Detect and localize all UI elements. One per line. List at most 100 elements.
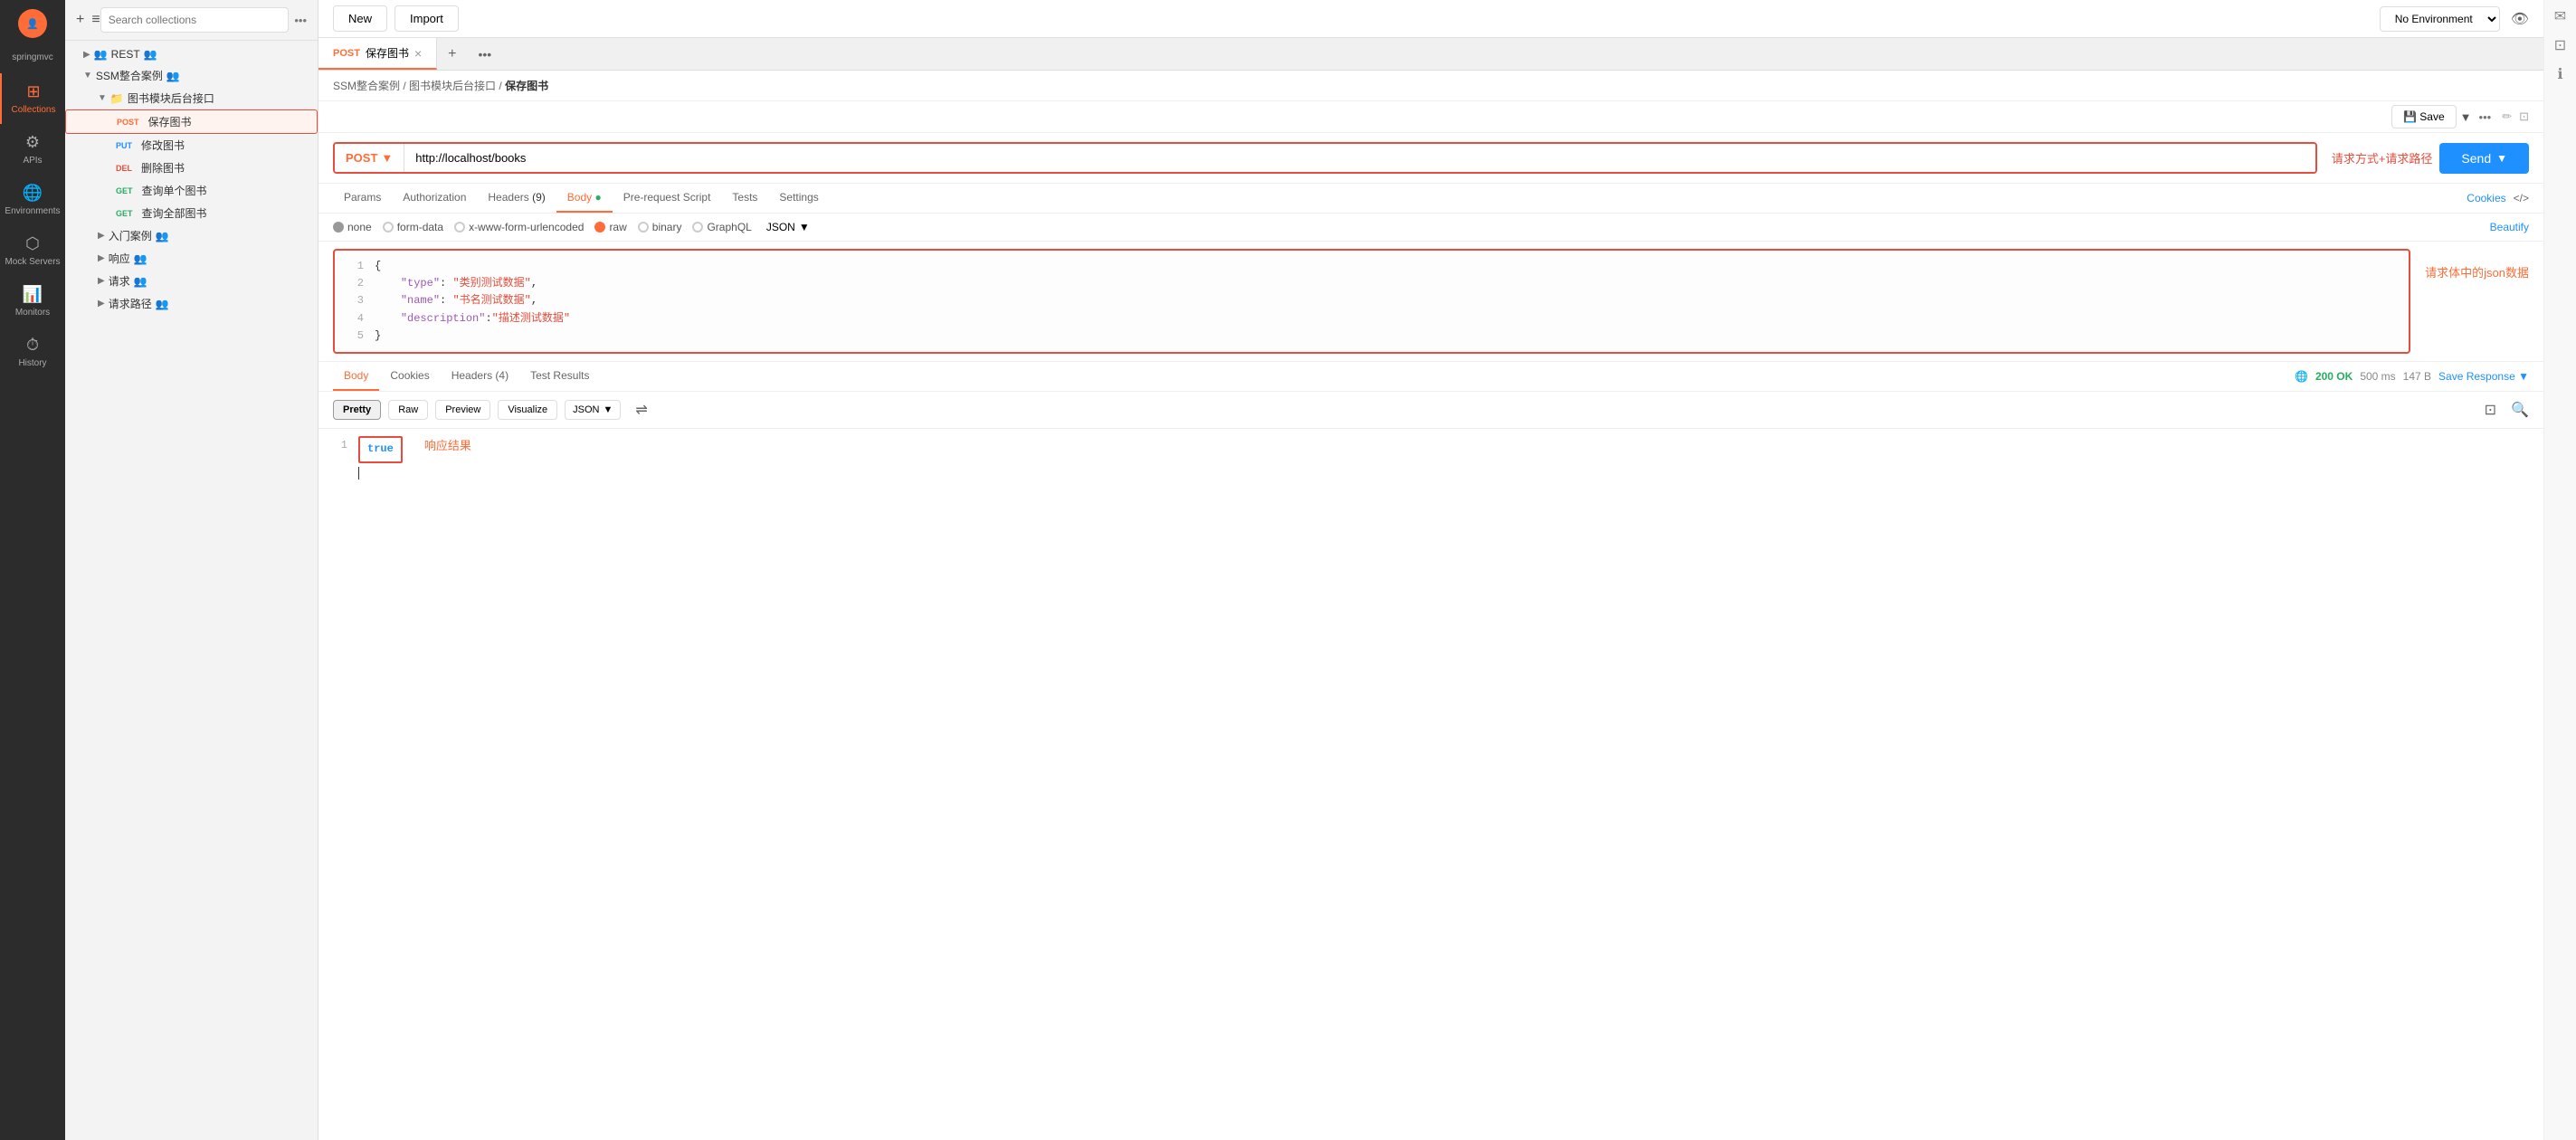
url-bar: POST ▼ 请求方式+请求路径 Send ▼ (318, 133, 2543, 184)
url-input[interactable] (404, 144, 2315, 172)
response-tabs-bar: Body Cookies Headers (4) Test Results 🌐 … (318, 362, 2543, 392)
response-line-1: 1 true 响应结果 (333, 436, 2529, 463)
search-response-button[interactable]: 🔍 (2511, 401, 2529, 419)
save-response-button[interactable]: Save Response ▼ (2438, 370, 2529, 383)
sidebar-item-collections[interactable]: ⊞ Collections (0, 73, 65, 124)
tree-item-del-book[interactable]: DEL 删除图书 (65, 157, 318, 179)
radio-form-data-label: form-data (397, 221, 443, 233)
response-json-dropdown-icon: ▼ (604, 404, 613, 415)
tree-item-rest[interactable]: ▶ 👥 REST 👥 (65, 44, 318, 64)
search-input[interactable] (100, 7, 290, 33)
radio-urlencoded[interactable]: x-www-form-urlencoded (454, 221, 584, 233)
code-content: } (375, 328, 2394, 345)
sidebar-item-label: Mock Servers (5, 257, 60, 267)
comment-icon[interactable]: ✉ (2554, 7, 2566, 25)
tree-item-books-folder[interactable]: ▼ 📁 图书模块后台接口 (65, 87, 318, 109)
resp-tab-body[interactable]: Body (333, 362, 379, 391)
active-tab[interactable]: POST 保存图书 × (318, 38, 437, 70)
sidebar-item-label: Monitors (15, 308, 50, 318)
tab-overflow-button[interactable]: ••• (468, 40, 503, 69)
save-dropdown-button[interactable]: ▼ (2460, 110, 2472, 124)
sort-icon[interactable]: ≡ (91, 12, 100, 28)
sidebar-item-apis[interactable]: ⚙ APIs (0, 124, 65, 175)
format-raw-button[interactable]: Raw (388, 400, 428, 420)
resp-tab-test-results[interactable]: Test Results (519, 362, 600, 391)
request-body-editor[interactable]: 1 { 2 "type": "类别测试数据", 3 "name": "书名测试数… (333, 249, 2410, 354)
wrap-icon[interactable]: ⇌ (628, 397, 654, 423)
sidebar-item-monitors[interactable]: 📊 Monitors (0, 276, 65, 327)
tab-settings[interactable]: Settings (768, 184, 829, 213)
json-format-selector[interactable]: JSON ▼ (766, 221, 810, 233)
text-cursor (358, 467, 359, 480)
new-tab-button[interactable]: + (437, 39, 467, 70)
code-content: { (375, 258, 2394, 275)
tree-item-edit-book[interactable]: PUT 修改图书 (65, 134, 318, 157)
format-preview-button[interactable]: Preview (435, 400, 490, 420)
sidebar-item-history[interactable]: ⏱ History (0, 327, 65, 377)
radio-dot-raw (594, 222, 605, 233)
method-selector[interactable]: POST ▼ (335, 144, 404, 172)
beautify-button[interactable]: Beautify (2490, 221, 2529, 233)
sidebar-item-environments[interactable]: 🌐 Environments (0, 175, 65, 225)
environment-selector[interactable]: No Environment (2380, 6, 2500, 32)
sidebar-item-mock-servers[interactable]: ⬡ Mock Servers (0, 225, 65, 276)
save-button[interactable]: 💾 Save (2391, 105, 2457, 128)
breadcrumb-current: 保存图书 (505, 80, 548, 92)
layout-icon[interactable]: ⊡ (2554, 36, 2566, 54)
users-icon: 👥 (144, 48, 157, 61)
more-options-icon[interactable]: ••• (294, 14, 307, 27)
chevron-icon: ▼ (83, 71, 92, 81)
tab-tests[interactable]: Tests (721, 184, 768, 213)
tree-item-response[interactable]: ▶ 响应 👥 (65, 247, 318, 270)
send-button[interactable]: Send ▼ (2439, 143, 2529, 174)
import-button[interactable]: Import (394, 5, 459, 32)
radio-none[interactable]: none (333, 221, 372, 233)
duplicate-icon[interactable]: ⊡ (2519, 109, 2529, 124)
tab-params[interactable]: Params (333, 184, 392, 213)
app-logo[interactable]: 👤 (18, 9, 47, 38)
save-more-button[interactable]: ••• (2479, 110, 2492, 124)
radio-form-data[interactable]: form-data (383, 221, 443, 233)
method-badge-put: PUT (112, 140, 136, 151)
radio-dot-form-data (383, 222, 394, 233)
radio-raw[interactable]: raw (594, 221, 626, 233)
radio-none-label: none (347, 221, 372, 233)
cookies-link[interactable]: Cookies (2467, 192, 2505, 204)
tree-item-get-book[interactable]: GET 查询单个图书 (65, 179, 318, 202)
response-body: 1 true 响应结果 (318, 429, 2543, 487)
mock-servers-icon: ⬡ (25, 234, 40, 253)
breadcrumb-part-2: 图书模块后台接口 (409, 80, 496, 92)
tree-item-req-path[interactable]: ▶ 请求路径 👥 (65, 292, 318, 315)
tree-item-intro[interactable]: ▶ 入门案例 👥 (65, 224, 318, 247)
tree-item-request[interactable]: ▶ 请求 👥 (65, 270, 318, 292)
radio-dot-urlencoded (454, 222, 465, 233)
tree-item-save-book[interactable]: POST 保存图书 (65, 109, 318, 134)
code-content: "description":"描述测试数据" (375, 310, 2394, 328)
tree-item-ssm[interactable]: ▼ SSM整合案例 👥 (65, 64, 318, 87)
format-pretty-button[interactable]: Pretty (333, 400, 381, 420)
code-content: "name": "书名测试数据", (375, 292, 2394, 309)
radio-binary[interactable]: binary (638, 221, 682, 233)
tree-label: 请求路径 (109, 296, 152, 311)
tab-pre-request-script[interactable]: Pre-request Script (613, 184, 722, 213)
code-button[interactable]: </> (2514, 192, 2529, 204)
info-icon[interactable]: ℹ (2557, 65, 2562, 83)
resp-tab-cookies[interactable]: Cookies (379, 362, 440, 391)
radio-graphql[interactable]: GraphQL (692, 221, 751, 233)
resp-tab-headers[interactable]: Headers (4) (441, 362, 519, 391)
edit-icon[interactable]: ✏ (2502, 109, 2512, 124)
line-number: 4 (349, 310, 364, 328)
eye-icon[interactable]: 👁 (2511, 10, 2529, 28)
response-json-format-selector[interactable]: JSON ▼ (565, 400, 621, 420)
tab-headers[interactable]: Headers (9) (477, 184, 556, 213)
tab-authorization[interactable]: Authorization (392, 184, 477, 213)
new-button[interactable]: New (333, 5, 387, 32)
add-collection-icon[interactable]: + (76, 12, 84, 28)
tab-body[interactable]: Body ● (556, 184, 613, 213)
format-visualize-button[interactable]: Visualize (498, 400, 557, 420)
copy-response-button[interactable]: ⊡ (2485, 401, 2496, 419)
users-icon: 👥 (166, 70, 180, 82)
tab-close-button[interactable]: × (414, 46, 422, 61)
tree-item-get-all-books[interactable]: GET 查询全部图书 (65, 202, 318, 224)
radio-dot-binary (638, 222, 649, 233)
